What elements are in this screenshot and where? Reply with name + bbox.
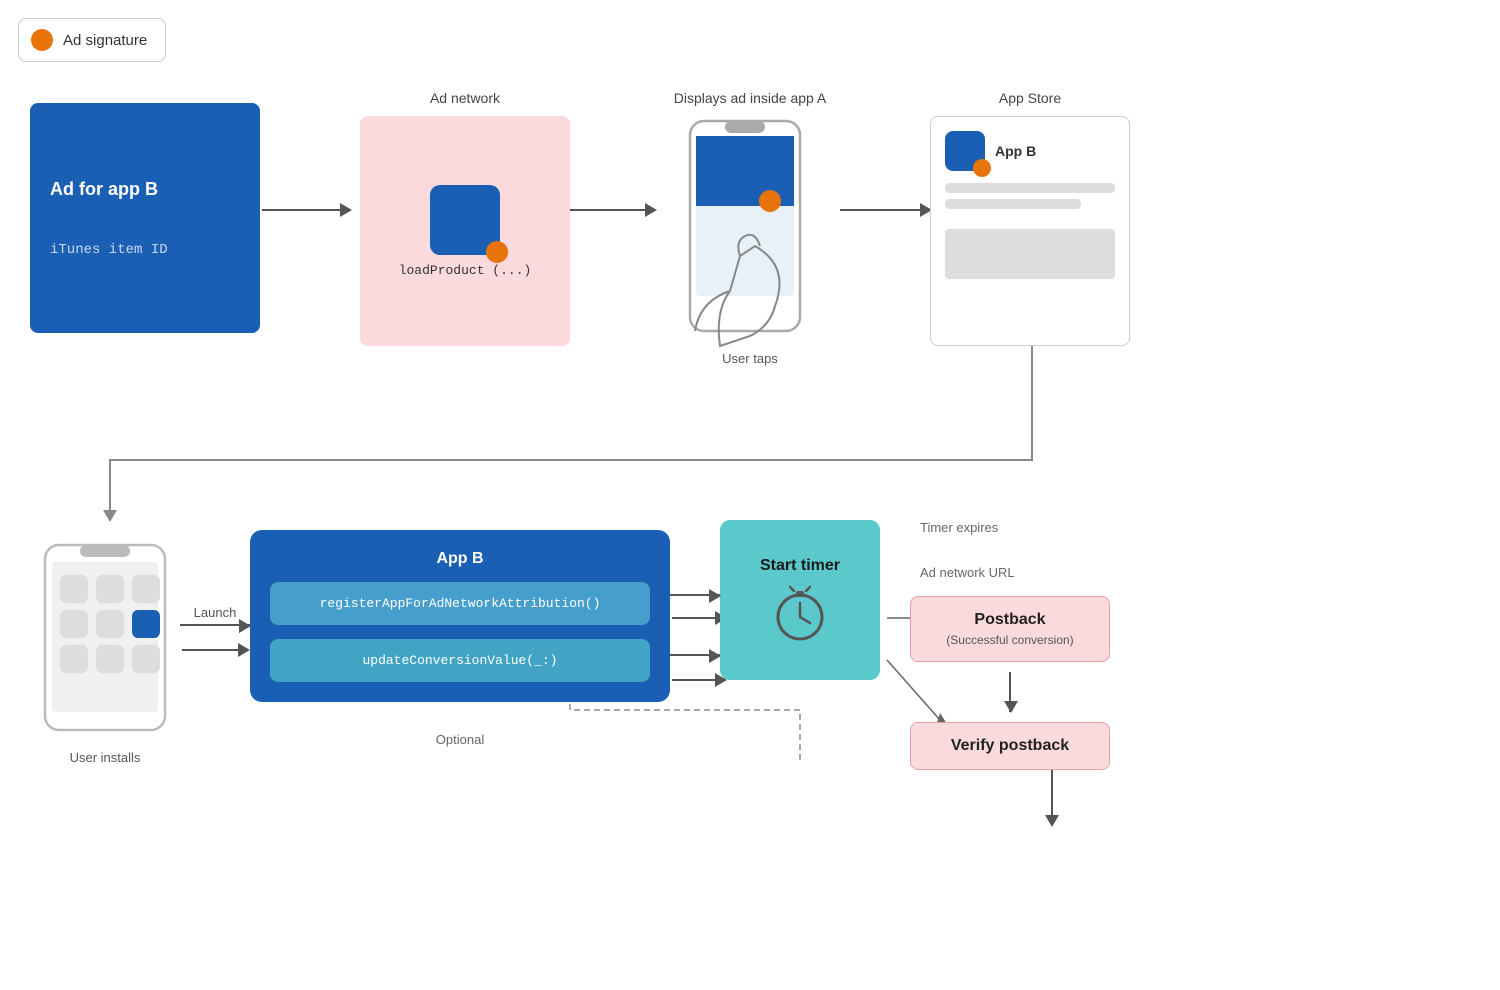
phone-display: User taps	[660, 116, 840, 346]
ad-signature-dot-1	[486, 241, 508, 263]
update-func-text: updateConversionValue(_:)	[362, 653, 557, 668]
postback-col: Timer expires Ad network URL Postback (S…	[910, 520, 1110, 770]
func-arrow-1-head	[709, 589, 721, 603]
spacer-1	[945, 215, 1115, 223]
network-box: loadProduct (...)	[360, 116, 570, 346]
appstore-box: App B	[930, 116, 1130, 346]
gray-line-2	[945, 199, 1081, 209]
postback-sub: (Successful conversion)	[927, 633, 1093, 647]
legend-label: Ad signature	[63, 32, 147, 49]
legend-dot	[31, 29, 53, 51]
appstore-col: App Store App B	[930, 90, 1130, 346]
network-col: Ad network loadProduct (...)	[360, 90, 570, 346]
top-row: Ad for app B iTunes item ID Ad network l…	[30, 90, 1470, 346]
appb-box: App B registerAppForAdNetworkAttribution…	[250, 530, 670, 702]
down-arrow-head	[1004, 701, 1018, 713]
update-func-box: updateConversionValue(_:)	[270, 639, 650, 682]
phone2-svg	[30, 540, 180, 740]
timer-col: Start timer	[720, 520, 880, 680]
ad-signature-dot-2	[973, 159, 991, 177]
register-func-box: registerAppForAdNetworkAttribution()	[270, 582, 650, 625]
launch-arrow-head	[239, 619, 251, 633]
down-arrow-line	[1009, 672, 1011, 712]
phone2-col: User installs	[30, 540, 180, 765]
ad-box-title: Ad for app B	[50, 178, 158, 201]
verify-title: Verify postback	[927, 737, 1093, 755]
register-func-text: registerAppForAdNetworkAttribution()	[320, 596, 601, 611]
appstore-icon	[945, 131, 985, 171]
postback-box: Postback (Successful conversion)	[910, 596, 1110, 662]
appstore-top: App B	[945, 131, 1115, 171]
network-box-square	[430, 185, 500, 255]
appb-col: App B registerAppForAdNetworkAttribution…	[250, 530, 670, 747]
optional-label: Optional	[436, 732, 484, 747]
ad-box-subtitle: iTunes item ID	[50, 242, 168, 258]
ad-network-label: Ad network	[430, 90, 500, 106]
user-installs-label: User installs	[70, 750, 141, 765]
launch-arrow-wrap: Launch	[180, 605, 250, 626]
func-arrow-2	[670, 654, 720, 656]
func-arrows	[670, 565, 720, 685]
legend: Ad signature	[18, 18, 166, 62]
network-box-label: loadProduct (...)	[399, 263, 532, 278]
displays-ad-label: Displays ad inside app A	[674, 90, 827, 106]
ad-box: Ad for app B iTunes item ID	[30, 103, 260, 333]
gray-line-1	[945, 183, 1115, 193]
timer-icon	[770, 583, 830, 643]
phone-col: Displays ad inside app A User taps	[660, 90, 840, 346]
verify-box: Verify postback	[910, 722, 1110, 770]
timer-expires-label: Timer expires	[920, 520, 998, 535]
func-arrow-2-head	[709, 649, 721, 663]
func-arrow-1	[670, 594, 720, 596]
launch-arrow-line	[180, 624, 250, 626]
timer-label: Start timer	[760, 557, 840, 575]
gray-block	[945, 229, 1115, 279]
app-store-label: App Store	[999, 90, 1061, 106]
appb-box-title: App B	[270, 550, 650, 568]
appstore-app-title: App B	[995, 143, 1036, 159]
postback-title: Postback	[927, 611, 1093, 629]
ad-network-url-label: Ad network URL	[920, 565, 1015, 580]
launch-label: Launch	[194, 605, 237, 620]
timer-box: Start timer	[720, 520, 880, 680]
bottom-row: User installs Launch App B registerAppFo…	[30, 510, 1470, 770]
